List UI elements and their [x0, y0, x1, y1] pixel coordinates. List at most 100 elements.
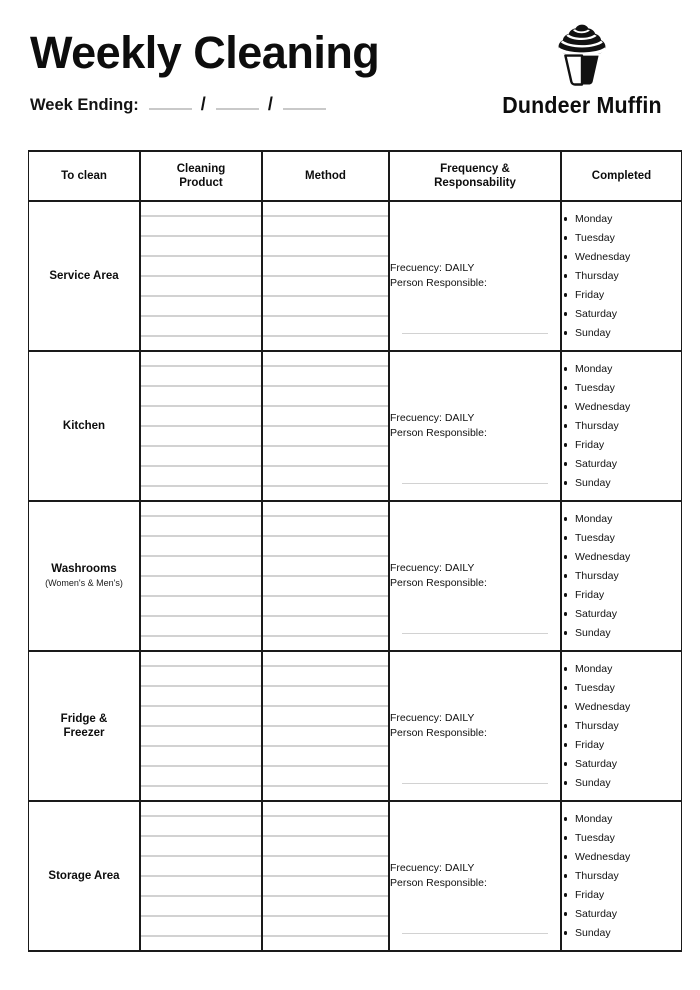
method-cell[interactable] [261, 650, 390, 802]
day-checkbox-wednesday[interactable]: Wednesday [562, 252, 681, 263]
write-line[interactable] [263, 315, 388, 317]
write-line[interactable] [263, 335, 388, 337]
write-line[interactable] [263, 235, 388, 237]
person-responsible-blank[interactable] [402, 482, 548, 484]
day-checkbox-friday[interactable]: Friday [562, 290, 681, 301]
person-responsible-blank[interactable] [402, 782, 548, 784]
day-checkbox-wednesday[interactable]: Wednesday [562, 702, 681, 713]
week-ending-day-blank[interactable] [148, 108, 192, 110]
write-line[interactable] [263, 635, 388, 637]
write-line[interactable] [263, 725, 388, 727]
write-line[interactable] [263, 815, 388, 817]
write-line[interactable] [141, 725, 261, 727]
write-line[interactable] [263, 295, 388, 297]
day-checkbox-sunday[interactable]: Sunday [562, 478, 681, 489]
day-checkbox-monday[interactable]: Monday [562, 514, 681, 525]
write-line[interactable] [141, 935, 261, 937]
cleaning-product-cell[interactable] [139, 200, 263, 352]
write-line[interactable] [141, 405, 261, 407]
write-line[interactable] [141, 875, 261, 877]
write-line[interactable] [263, 685, 388, 687]
day-checkbox-wednesday[interactable]: Wednesday [562, 552, 681, 563]
write-line[interactable] [263, 665, 388, 667]
day-checkbox-tuesday[interactable]: Tuesday [562, 683, 681, 694]
write-line[interactable] [263, 515, 388, 517]
cleaning-product-cell[interactable] [139, 800, 263, 952]
method-cell[interactable] [261, 200, 390, 352]
write-line[interactable] [141, 275, 261, 277]
write-line[interactable] [141, 785, 261, 787]
day-checkbox-saturday[interactable]: Saturday [562, 609, 681, 620]
write-line[interactable] [263, 875, 388, 877]
write-line[interactable] [141, 535, 261, 537]
day-checkbox-sunday[interactable]: Sunday [562, 328, 681, 339]
write-line[interactable] [141, 385, 261, 387]
write-line[interactable] [141, 615, 261, 617]
write-line[interactable] [263, 425, 388, 427]
write-line[interactable] [141, 635, 261, 637]
write-line[interactable] [141, 595, 261, 597]
write-line[interactable] [141, 365, 261, 367]
day-checkbox-saturday[interactable]: Saturday [562, 459, 681, 470]
cleaning-product-cell[interactable] [139, 650, 263, 802]
write-line[interactable] [141, 445, 261, 447]
day-checkbox-saturday[interactable]: Saturday [562, 909, 681, 920]
day-checkbox-tuesday[interactable]: Tuesday [562, 233, 681, 244]
write-line[interactable] [263, 365, 388, 367]
write-line[interactable] [141, 465, 261, 467]
write-line[interactable] [141, 835, 261, 837]
write-line[interactable] [141, 815, 261, 817]
day-checkbox-monday[interactable]: Monday [562, 364, 681, 375]
write-line[interactable] [263, 255, 388, 257]
write-line[interactable] [141, 235, 261, 237]
day-checkbox-thursday[interactable]: Thursday [562, 871, 681, 882]
day-checkbox-monday[interactable]: Monday [562, 664, 681, 675]
write-line[interactable] [141, 705, 261, 707]
day-checkbox-friday[interactable]: Friday [562, 440, 681, 451]
cleaning-product-cell[interactable] [139, 500, 263, 652]
write-line[interactable] [141, 685, 261, 687]
day-checkbox-friday[interactable]: Friday [562, 590, 681, 601]
day-checkbox-tuesday[interactable]: Tuesday [562, 383, 681, 394]
write-line[interactable] [141, 575, 261, 577]
write-line[interactable] [263, 915, 388, 917]
day-checkbox-thursday[interactable]: Thursday [562, 721, 681, 732]
write-line[interactable] [263, 405, 388, 407]
write-line[interactable] [263, 855, 388, 857]
person-responsible-blank[interactable] [402, 932, 548, 934]
person-responsible-blank[interactable] [402, 332, 548, 334]
write-line[interactable] [263, 385, 388, 387]
write-line[interactable] [141, 255, 261, 257]
day-checkbox-thursday[interactable]: Thursday [562, 271, 681, 282]
day-checkbox-monday[interactable]: Monday [562, 214, 681, 225]
write-line[interactable] [263, 745, 388, 747]
day-checkbox-saturday[interactable]: Saturday [562, 759, 681, 770]
write-line[interactable] [263, 215, 388, 217]
write-line[interactable] [141, 425, 261, 427]
cleaning-product-cell[interactable] [139, 350, 263, 502]
day-checkbox-saturday[interactable]: Saturday [562, 309, 681, 320]
day-checkbox-thursday[interactable]: Thursday [562, 571, 681, 582]
day-checkbox-wednesday[interactable]: Wednesday [562, 852, 681, 863]
write-line[interactable] [141, 895, 261, 897]
write-line[interactable] [263, 705, 388, 707]
write-line[interactable] [141, 555, 261, 557]
day-checkbox-sunday[interactable]: Sunday [562, 778, 681, 789]
write-line[interactable] [141, 485, 261, 487]
day-checkbox-tuesday[interactable]: Tuesday [562, 533, 681, 544]
method-cell[interactable] [261, 350, 390, 502]
write-line[interactable] [263, 785, 388, 787]
write-line[interactable] [263, 595, 388, 597]
write-line[interactable] [263, 465, 388, 467]
write-line[interactable] [263, 615, 388, 617]
method-cell[interactable] [261, 500, 390, 652]
day-checkbox-monday[interactable]: Monday [562, 814, 681, 825]
write-line[interactable] [141, 855, 261, 857]
method-cell[interactable] [261, 800, 390, 952]
write-line[interactable] [141, 215, 261, 217]
day-checkbox-friday[interactable]: Friday [562, 890, 681, 901]
write-line[interactable] [263, 835, 388, 837]
day-checkbox-tuesday[interactable]: Tuesday [562, 833, 681, 844]
write-line[interactable] [263, 765, 388, 767]
day-checkbox-thursday[interactable]: Thursday [562, 421, 681, 432]
